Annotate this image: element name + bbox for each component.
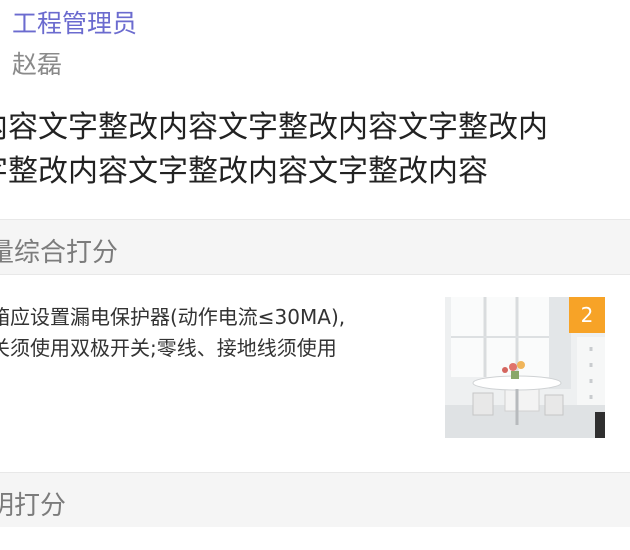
content-area-bottom [0,527,630,550]
photo-count-badge: 2 [569,297,605,333]
rectification-line: 内容文字整改内容文字整改内容文字整改内 [0,110,548,145]
rectification-line: 字整改内容文字整改内容文字整改内容 [0,154,488,189]
photo-thumbnail[interactable]: 2 [445,297,605,438]
section-header-quality-score: 量综合打分 [0,219,630,275]
item-text-line: 关须使用双极开关;零线、接地线须使用 [0,336,337,360]
section-title: 量综合打分 [0,238,119,268]
rectification-content: 内容文字整改内容文字整改内容文字整改内 字整改内容文字整改内容文字整改内容 [0,106,548,194]
section-header-civilized-score: 明打分 [0,472,630,528]
inspection-item-text[interactable]: 箱应设置漏电保护器(动作电流≤30MA), 关须使用双极开关;零线、接地线须使用 [0,302,345,364]
person-name: 赵磊 [12,50,63,79]
item-text-line: 箱应设置漏电保护器(动作电流≤30MA), [0,305,346,329]
role-title: 工程管理员 [12,9,138,38]
section-title: 明打分 [0,491,67,521]
